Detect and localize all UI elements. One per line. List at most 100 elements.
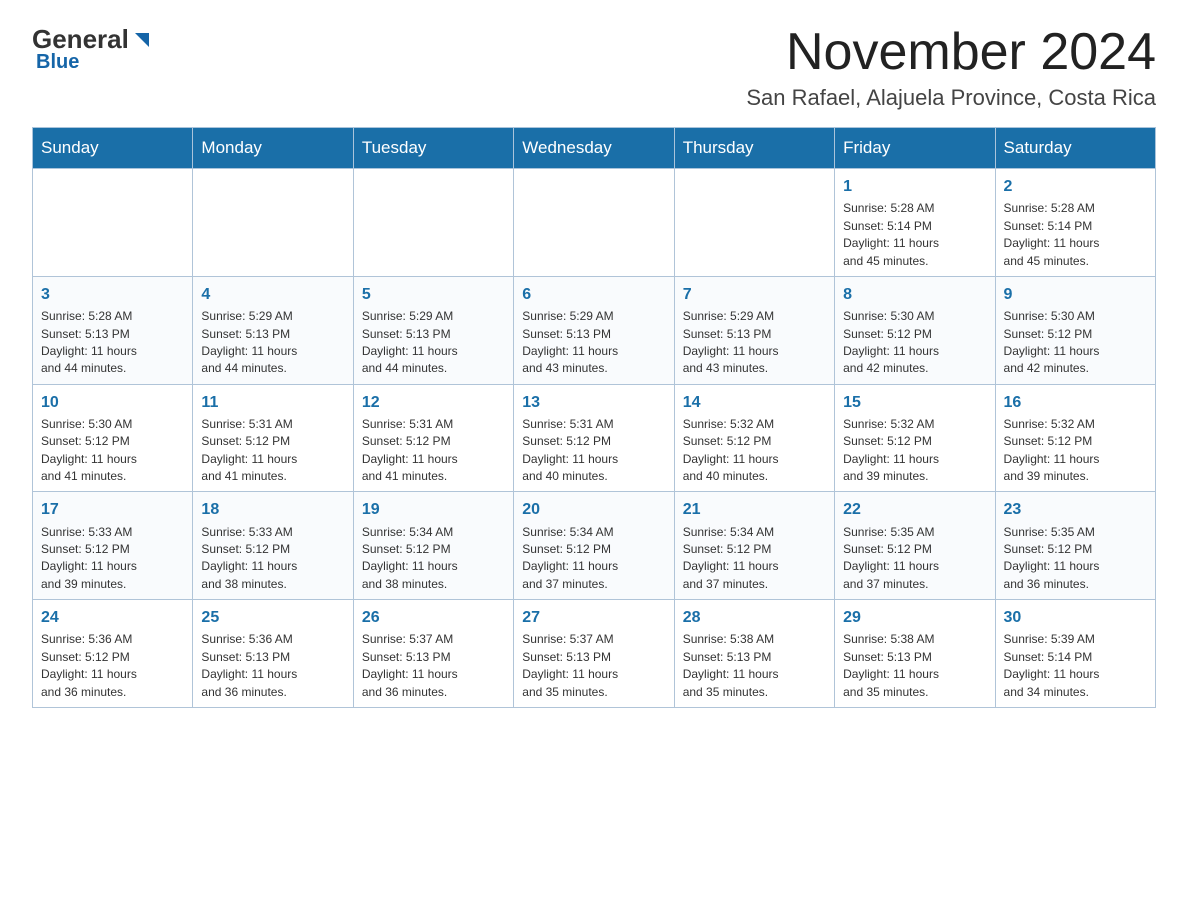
calendar-cell: 5Sunrise: 5:29 AM Sunset: 5:13 PM Daylig… (353, 276, 513, 384)
day-number: 20 (522, 498, 665, 521)
calendar-cell: 27Sunrise: 5:37 AM Sunset: 5:13 PM Dayli… (514, 600, 674, 708)
week-row-2: 3Sunrise: 5:28 AM Sunset: 5:13 PM Daylig… (33, 276, 1156, 384)
title-area: November 2024 San Rafael, Alajuela Provi… (746, 24, 1156, 111)
day-number: 30 (1004, 606, 1147, 629)
day-number: 10 (41, 391, 184, 414)
calendar-header-row: SundayMondayTuesdayWednesdayThursdayFrid… (33, 128, 1156, 169)
calendar-cell: 30Sunrise: 5:39 AM Sunset: 5:14 PM Dayli… (995, 600, 1155, 708)
day-number: 14 (683, 391, 826, 414)
calendar-cell: 15Sunrise: 5:32 AM Sunset: 5:12 PM Dayli… (835, 384, 995, 492)
day-number: 19 (362, 498, 505, 521)
calendar-cell: 16Sunrise: 5:32 AM Sunset: 5:12 PM Dayli… (995, 384, 1155, 492)
day-info: Sunrise: 5:31 AM Sunset: 5:12 PM Dayligh… (201, 416, 344, 486)
day-number: 23 (1004, 498, 1147, 521)
day-number: 5 (362, 283, 505, 306)
day-number: 24 (41, 606, 184, 629)
day-number: 27 (522, 606, 665, 629)
calendar-header-tuesday: Tuesday (353, 128, 513, 169)
day-number: 8 (843, 283, 986, 306)
calendar-cell: 17 Sunrise: 5:33 AM Sunset: 5:12 PM Dayli… (33, 492, 193, 600)
calendar-header-friday: Friday (835, 128, 995, 169)
day-info: Sunrise: 5:28 AM Sunset: 5:14 PM Dayligh… (1004, 200, 1147, 270)
day-info: Sunrise: 5:36 AM Sunset: 5:12 PM Dayligh… (41, 631, 184, 701)
day-info: Sunrise: 5:30 AM Sunset: 5:12 PM Dayligh… (843, 308, 986, 378)
calendar-cell: 9Sunrise: 5:30 AM Sunset: 5:12 PM Daylig… (995, 276, 1155, 384)
calendar-cell: 14Sunrise: 5:32 AM Sunset: 5:12 PM Dayli… (674, 384, 834, 492)
calendar-cell: 20 Sunrise: 5:34 AM Sunset: 5:12 PM Dayli… (514, 492, 674, 600)
logo-subtitle: Blue (36, 51, 79, 74)
day-number: 26 (362, 606, 505, 629)
day-info: Sunrise: 5:33 AM Sunset: 5:12 PM Dayligh… (41, 524, 184, 594)
day-info: Sunrise: 5:34 AM Sunset: 5:12 PM Dayligh… (683, 524, 826, 594)
day-info: Sunrise: 5:38 AM Sunset: 5:13 PM Dayligh… (843, 631, 986, 701)
day-info: Sunrise: 5:34 AM Sunset: 5:12 PM Dayligh… (522, 524, 665, 594)
logo-blue-text (129, 29, 153, 51)
day-info: Sunrise: 5:32 AM Sunset: 5:12 PM Dayligh… (1004, 416, 1147, 486)
day-number: 9 (1004, 283, 1147, 306)
calendar-cell: 24Sunrise: 5:36 AM Sunset: 5:12 PM Dayli… (33, 600, 193, 708)
calendar-cell (33, 169, 193, 277)
day-number: 4 (201, 283, 344, 306)
calendar-cell: 1Sunrise: 5:28 AM Sunset: 5:14 PM Daylig… (835, 169, 995, 277)
day-info: Sunrise: 5:39 AM Sunset: 5:14 PM Dayligh… (1004, 631, 1147, 701)
calendar-cell: 6Sunrise: 5:29 AM Sunset: 5:13 PM Daylig… (514, 276, 674, 384)
calendar-cell: 23 Sunrise: 5:35 AM Sunset: 5:12 PM Dayli… (995, 492, 1155, 600)
calendar-cell: 19 Sunrise: 5:34 AM Sunset: 5:12 PM Dayli… (353, 492, 513, 600)
day-number: 21 (683, 498, 826, 521)
day-info: Sunrise: 5:31 AM Sunset: 5:12 PM Dayligh… (522, 416, 665, 486)
day-info: Sunrise: 5:31 AM Sunset: 5:12 PM Dayligh… (362, 416, 505, 486)
calendar-cell: 21 Sunrise: 5:34 AM Sunset: 5:12 PM Dayli… (674, 492, 834, 600)
day-info: Sunrise: 5:36 AM Sunset: 5:13 PM Dayligh… (201, 631, 344, 701)
week-row-1: 1 Sunrise: 5:28 AM Sunset: 5:14 PM Daylig… (33, 169, 1156, 277)
subtitle: San Rafael, Alajuela Province, Costa Ric… (746, 85, 1156, 111)
day-number: 12 (362, 391, 505, 414)
logo: General Blue (32, 24, 153, 74)
calendar-cell (674, 169, 834, 277)
calendar-header-wednesday: Wednesday (514, 128, 674, 169)
header: General Blue November 2024 San Rafael, A… (32, 24, 1156, 111)
calendar-cell (353, 169, 513, 277)
day-info: Sunrise: 5:37 AM Sunset: 5:13 PM Dayligh… (362, 631, 505, 701)
calendar-cell: 29Sunrise: 5:38 AM Sunset: 5:13 PM Dayli… (835, 600, 995, 708)
calendar-cell: 12Sunrise: 5:31 AM Sunset: 5:12 PM Dayli… (353, 384, 513, 492)
day-number: 17 (41, 498, 184, 521)
day-number: 28 (683, 606, 826, 629)
day-info: Sunrise: 5:35 AM Sunset: 5:12 PM Dayligh… (1004, 524, 1147, 594)
day-number: 22 (843, 498, 986, 521)
calendar-cell: 2Sunrise: 5:28 AM Sunset: 5:14 PM Daylig… (995, 169, 1155, 277)
day-number: 25 (201, 606, 344, 629)
calendar-cell: 13Sunrise: 5:31 AM Sunset: 5:12 PM Dayli… (514, 384, 674, 492)
day-number: 2 (1004, 175, 1147, 198)
calendar-cell: 4Sunrise: 5:29 AM Sunset: 5:13 PM Daylig… (193, 276, 353, 384)
page-title: November 2024 (746, 24, 1156, 81)
day-number: 6 (522, 283, 665, 306)
calendar-cell: 8Sunrise: 5:30 AM Sunset: 5:12 PM Daylig… (835, 276, 995, 384)
day-info: Sunrise: 5:37 AM Sunset: 5:13 PM Dayligh… (522, 631, 665, 701)
day-info: Sunrise: 5:34 AM Sunset: 5:12 PM Dayligh… (362, 524, 505, 594)
day-number: 11 (201, 391, 344, 414)
calendar-cell: 22 Sunrise: 5:35 AM Sunset: 5:12 PM Dayli… (835, 492, 995, 600)
day-info: Sunrise: 5:29 AM Sunset: 5:13 PM Dayligh… (522, 308, 665, 378)
day-info: Sunrise: 5:29 AM Sunset: 5:13 PM Dayligh… (201, 308, 344, 378)
calendar-cell: 7Sunrise: 5:29 AM Sunset: 5:13 PM Daylig… (674, 276, 834, 384)
day-info: Sunrise: 5:33 AM Sunset: 5:12 PM Dayligh… (201, 524, 344, 594)
day-number: 16 (1004, 391, 1147, 414)
day-info: Sunrise: 5:32 AM Sunset: 5:12 PM Dayligh… (683, 416, 826, 486)
calendar-header-monday: Monday (193, 128, 353, 169)
calendar-cell: 3Sunrise: 5:28 AM Sunset: 5:13 PM Daylig… (33, 276, 193, 384)
calendar-cell: 25Sunrise: 5:36 AM Sunset: 5:13 PM Dayli… (193, 600, 353, 708)
day-number: 1 (843, 175, 986, 198)
calendar-header-thursday: Thursday (674, 128, 834, 169)
week-row-5: 24Sunrise: 5:36 AM Sunset: 5:12 PM Dayli… (33, 600, 1156, 708)
day-number: 15 (843, 391, 986, 414)
day-number: 29 (843, 606, 986, 629)
calendar-cell (514, 169, 674, 277)
day-number: 13 (522, 391, 665, 414)
day-info: Sunrise: 5:30 AM Sunset: 5:12 PM Dayligh… (1004, 308, 1147, 378)
calendar-cell: 28Sunrise: 5:38 AM Sunset: 5:13 PM Dayli… (674, 600, 834, 708)
day-number: 18 (201, 498, 344, 521)
week-row-4: 17 Sunrise: 5:33 AM Sunset: 5:12 PM Dayli… (33, 492, 1156, 600)
day-info: Sunrise: 5:29 AM Sunset: 5:13 PM Dayligh… (683, 308, 826, 378)
calendar-header-saturday: Saturday (995, 128, 1155, 169)
day-info: Sunrise: 5:35 AM Sunset: 5:12 PM Dayligh… (843, 524, 986, 594)
